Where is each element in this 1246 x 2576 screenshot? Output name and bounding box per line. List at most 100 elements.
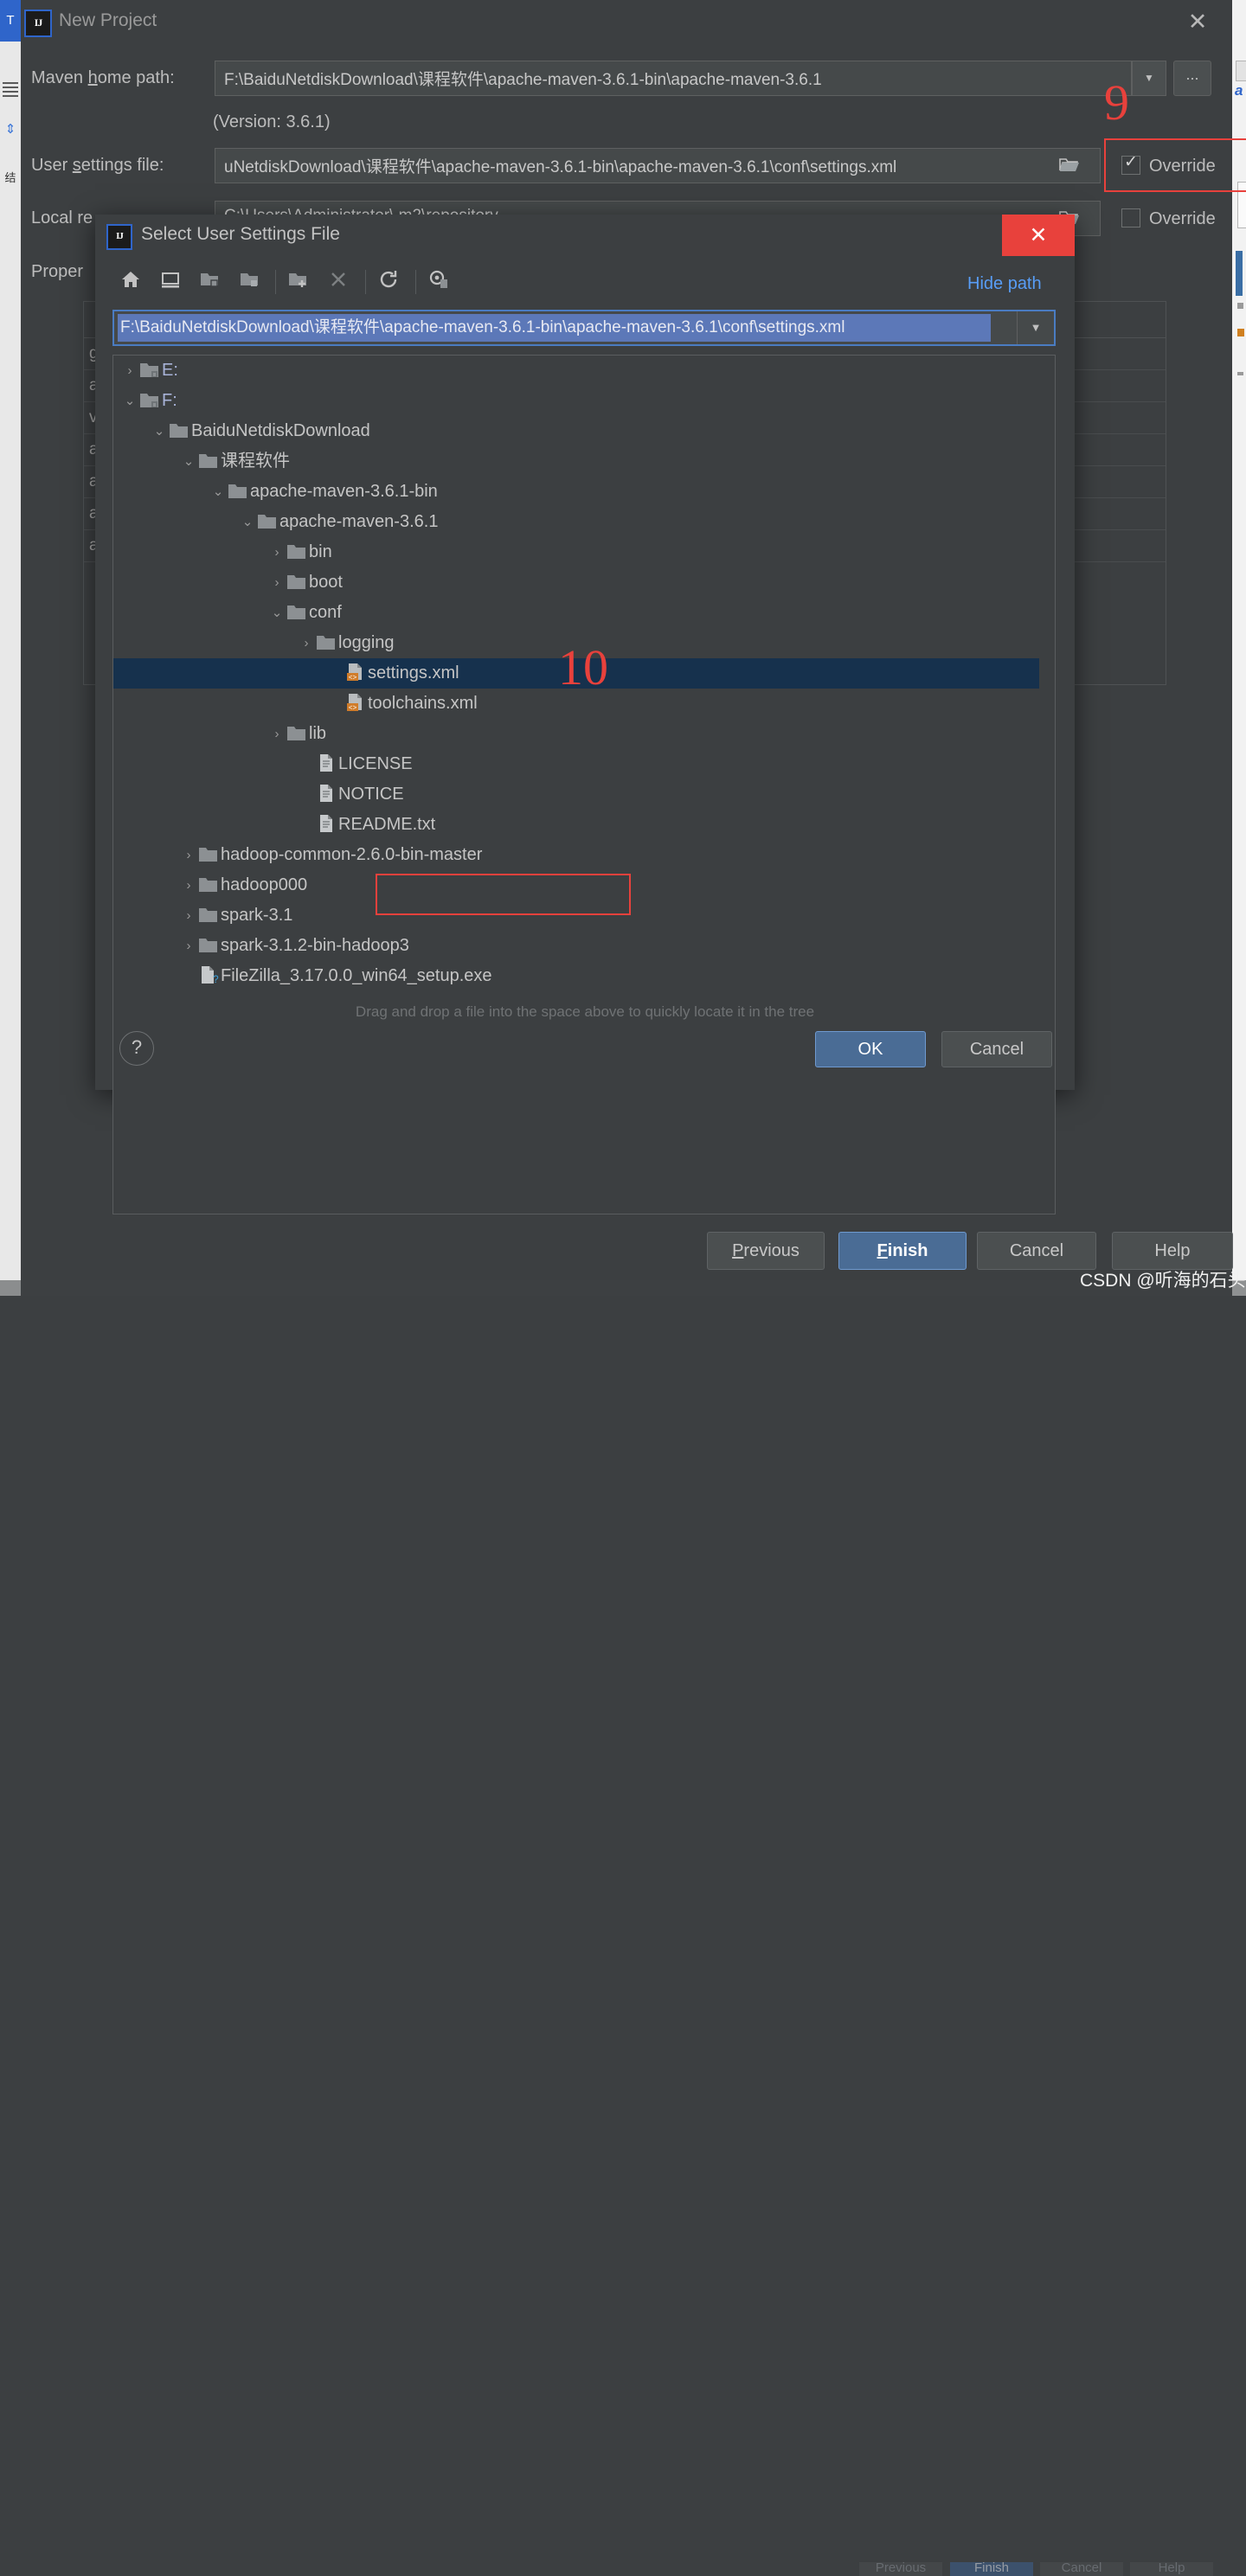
tree-node[interactable]: ? FileZilla_3.17.0.0_win64_setup.exe [113, 961, 1039, 991]
tree-node-label: settings.xml [368, 663, 459, 682]
override-local-repo-checkbox[interactable]: Override [1121, 208, 1216, 229]
tree-node-label: conf [309, 603, 342, 622]
maven-home-browse-button[interactable]: ... [1173, 61, 1211, 96]
chevron-down-icon[interactable]: ⌄ [209, 477, 228, 507]
tree-node[interactable]: ⌄ F: [113, 386, 1039, 416]
file-tree-container[interactable]: › E: ⌄ F: ⌄ BaiduNetdiskDownload ⌄ 课程软件 ⌄ apache-… [112, 355, 1056, 1214]
hide-path-link[interactable]: Hide path [967, 274, 1042, 294]
previous-mnemonic: P [732, 1241, 744, 1260]
chevron-right-icon[interactable]: › [267, 537, 286, 567]
tree-node[interactable]: README.txt [113, 810, 1039, 840]
ghost-finish-button: Finish [950, 2561, 1033, 2576]
toolbar-divider-3 [415, 270, 416, 294]
chevron-right-icon[interactable]: › [179, 840, 198, 870]
chevron-right-icon[interactable]: › [179, 931, 198, 961]
file-dialog-cancel-button[interactable]: Cancel [941, 1031, 1052, 1067]
csdn-watermark: CSDN @听海的石头 [1080, 1271, 1246, 1291]
chevron-down-icon[interactable]: ⌄ [238, 507, 257, 537]
tree-node[interactable]: › hadoop-common-2.6.0-bin-master [113, 840, 1039, 870]
tree-node[interactable]: ⌄ conf [113, 598, 1039, 628]
collapse-folder-icon[interactable] [199, 268, 228, 296]
chevron-down-icon[interactable]: ⌄ [179, 446, 198, 477]
chevron-down-icon[interactable]: ⌄ [150, 416, 169, 446]
ide-right-widget-1 [1236, 61, 1246, 81]
ide-right-marker-3 [1237, 372, 1243, 375]
ok-button[interactable]: OK [815, 1031, 926, 1067]
finish-button[interactable]: Finish [838, 1232, 967, 1270]
tree-node-label: spark-3.1.2-bin-hadoop3 [221, 936, 409, 955]
tree-node-label: apache-maven-3.6.1-bin [250, 482, 438, 501]
chevron-right-icon[interactable]: › [297, 628, 316, 658]
ide-right-glyph: a [1235, 82, 1243, 99]
toolbar-divider-2 [365, 270, 366, 294]
folder-icon [198, 934, 221, 964]
drag-drop-hint: Drag and drop a file into the space abov… [355, 1003, 815, 1020]
tree-node-label: apache-maven-3.6.1 [279, 512, 439, 531]
path-input[interactable]: F:\BaiduNetdiskDownload\课程软件\apache-mave… [118, 314, 991, 342]
tree-node[interactable]: › bin [113, 537, 1039, 567]
chevron-down-icon[interactable]: ▼ [1017, 311, 1054, 344]
new-folder-icon[interactable] [287, 268, 317, 296]
tree-node[interactable]: ⌄ 课程软件 [113, 446, 1039, 477]
ghost-previous-button: Previous [859, 2561, 942, 2576]
ide-left-tab[interactable]: T [0, 0, 21, 42]
help-button[interactable]: Help [1112, 1232, 1233, 1270]
intellij-logo-icon: IJ [24, 10, 52, 37]
tree-node-label: toolchains.xml [368, 694, 478, 713]
tree-node-label: bin [309, 542, 332, 561]
folder-browse-icon[interactable] [1059, 156, 1080, 175]
chevron-down-icon[interactable]: ⌄ [120, 386, 139, 416]
chevron-right-icon[interactable]: › [179, 870, 198, 900]
tree-node[interactable]: LICENSE [113, 749, 1039, 779]
user-settings-file-input[interactable]: uNetdiskDownload\课程软件\apache-maven-3.6.1… [215, 148, 1101, 183]
folder-icon [286, 722, 309, 753]
chevron-right-icon[interactable]: › [267, 567, 286, 598]
ide-left-toolstrip: T ⇕ 结 [0, 0, 21, 1296]
tree-node[interactable]: NOTICE [113, 779, 1039, 810]
folder-icon [198, 904, 221, 934]
tree-node-label: F: [162, 391, 177, 410]
exe-file-icon: ? [198, 964, 221, 995]
expand-folder-icon[interactable] [239, 268, 268, 296]
tree-node[interactable]: › spark-3.1.2-bin-hadoop3 [113, 931, 1039, 961]
file-tree-scrollbar[interactable] [1038, 355, 1056, 1214]
sort-arrows-icon[interactable]: ⇕ [2, 121, 19, 138]
chevron-down-icon[interactable]: ⌄ [267, 598, 286, 628]
desktop-icon[interactable] [159, 268, 189, 296]
chevron-down-icon[interactable]: ▼ [1132, 61, 1166, 96]
tree-node[interactable]: ⌄ apache-maven-3.6.1-bin [113, 477, 1039, 507]
finish-mnemonic: F [877, 1241, 888, 1260]
svg-text:<>: <> [349, 705, 357, 713]
tree-node-label: NOTICE [338, 785, 404, 804]
tree-node-label: hadoop000 [221, 875, 308, 894]
previous-button[interactable]: Previous [707, 1232, 825, 1270]
ghost-help-button: Help [1130, 2561, 1213, 2576]
delete-icon[interactable] [327, 268, 356, 296]
chevron-right-icon[interactable]: › [267, 719, 286, 749]
tree-node-label: logging [338, 633, 395, 652]
close-icon[interactable]: ✕ [1002, 215, 1075, 256]
path-input-wrapper: F:\BaiduNetdiskDownload\课程软件\apache-mave… [112, 310, 1056, 346]
text-file-icon [316, 783, 338, 813]
tree-node[interactable]: ⌄ BaiduNetdiskDownload [113, 416, 1039, 446]
tree-node[interactable]: › lib [113, 719, 1039, 749]
refresh-icon[interactable] [377, 268, 407, 296]
show-hidden-icon[interactable] [427, 268, 457, 296]
cjk-glyph-icon[interactable]: 结 [2, 170, 19, 187]
tree-node[interactable]: › boot [113, 567, 1039, 598]
home-icon[interactable] [119, 268, 149, 296]
maven-home-path-input[interactable]: F:\BaiduNetdiskDownload\课程软件\apache-mave… [215, 61, 1132, 96]
tree-node-label: lib [309, 724, 327, 743]
chevron-right-icon[interactable]: › [179, 900, 198, 931]
close-icon[interactable]: ✕ [1184, 9, 1211, 36]
tree-node[interactable]: › E: [113, 356, 1039, 386]
help-icon[interactable]: ? [119, 1031, 154, 1066]
drive-folder-icon [139, 359, 162, 389]
finish-label: inish [887, 1241, 928, 1260]
lines-icon[interactable] [2, 80, 19, 97]
cancel-button[interactable]: Cancel [977, 1232, 1096, 1270]
folder-icon [316, 631, 338, 662]
checkbox-unchecked-icon[interactable] [1121, 208, 1140, 227]
chevron-right-icon[interactable]: › [120, 356, 139, 386]
tree-node[interactable]: ⌄ apache-maven-3.6.1 [113, 507, 1039, 537]
